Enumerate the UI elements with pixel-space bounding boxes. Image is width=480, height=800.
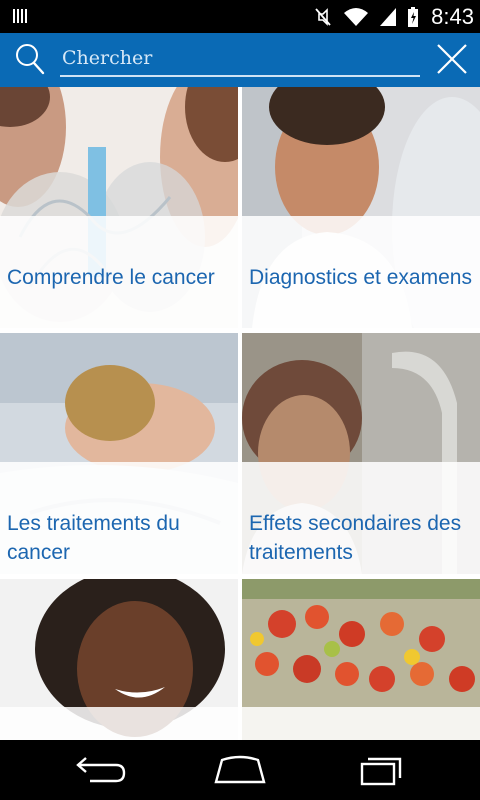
tile-diagnostics-et-examens[interactable]: Diagnostics et examens (242, 87, 480, 328)
status-clock: 8:43 (431, 3, 474, 29)
navigation-bar (0, 740, 480, 800)
signal-bars-icon (13, 9, 27, 23)
search-field (60, 43, 420, 77)
tile-comprendre-le-cancer[interactable]: Comprendre le cancer (0, 87, 238, 328)
wifi-icon (344, 7, 369, 26)
battery-icon (408, 6, 419, 27)
tile-title: Effets secondaires des traitements (249, 512, 462, 564)
tile-title: Comprendre le cancer (7, 266, 215, 289)
mute-icon (315, 7, 331, 26)
vegetables-photo (242, 579, 480, 740)
search-bar (0, 33, 480, 87)
search-icon[interactable] (12, 41, 46, 77)
tile-title: Les traitements du cancer (7, 512, 180, 564)
smiling-woman-photo (0, 579, 238, 740)
tile-les-traitements-du-cancer[interactable]: Les traitements du cancer (0, 333, 238, 574)
recent-apps-icon[interactable] (350, 752, 410, 788)
cell-signal-icon (380, 7, 397, 26)
category-grid: Comprendre le cancer Diagnostics et exam… (0, 87, 480, 740)
tile-title: Diagnostics et examens (249, 266, 472, 289)
back-icon[interactable] (70, 752, 130, 788)
search-input[interactable] (60, 43, 420, 73)
status-bar: 8:43 (0, 0, 480, 33)
home-icon[interactable] (210, 752, 270, 788)
tile-vegetables[interactable] (242, 579, 480, 740)
tile-effets-secondaires[interactable]: Effets secondaires des traitements (242, 333, 480, 574)
close-icon[interactable] (436, 43, 468, 75)
tile-smiling-woman[interactable] (0, 579, 238, 740)
